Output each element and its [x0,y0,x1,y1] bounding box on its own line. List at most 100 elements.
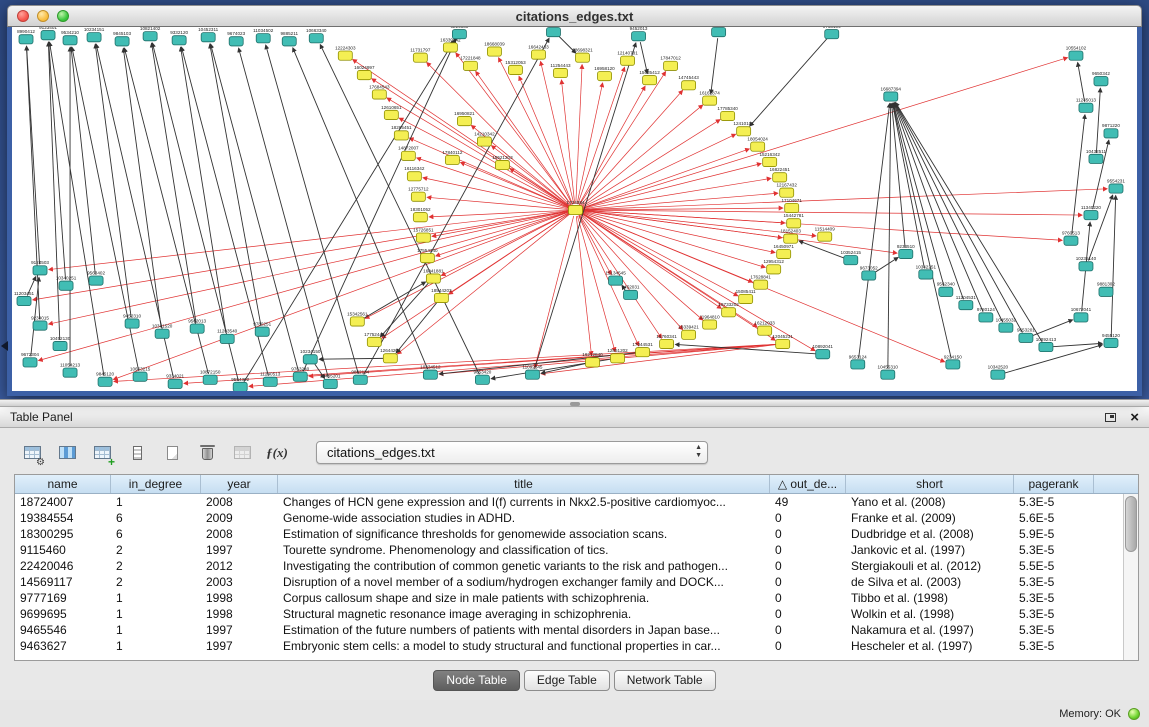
citation-network-graph[interactable]: 1724084122243031602499717684543126106511… [12,27,1137,391]
table-cell[interactable]: 5.3E-5 [1014,575,1094,589]
graph-node[interactable]: 9234510 [897,244,915,259]
table-row[interactable]: 969969511998Structural magnetic resonanc… [15,606,1138,622]
table-cell[interactable]: 0 [770,607,846,621]
column-header-pagerank[interactable]: pagerank [1014,475,1094,493]
graph-node[interactable]: 8990412 [17,29,35,44]
create-new-table-icon[interactable]: ⚙ [20,442,44,464]
graph-edge[interactable] [535,216,574,368]
graph-edge[interactable] [410,138,569,207]
graph-node[interactable]: 16041881 [423,268,444,283]
graph-node[interactable]: 18054024 [747,136,768,151]
table-cell[interactable]: 0 [770,527,846,541]
graph-edge[interactable] [640,42,647,73]
graph-node[interactable]: 9234150 [944,354,962,369]
table-cell[interactable]: 18724007 [15,495,111,509]
graph-edge[interactable] [365,213,569,319]
table-cell[interactable]: 0 [770,559,846,573]
table-cell[interactable]: 2 [111,575,201,589]
graph-node[interactable]: 10432511 [1086,149,1106,164]
table-cell[interactable]: Franke et al. (2009) [846,511,1014,525]
graph-node[interactable]: 12410101 [733,121,754,136]
graph-node[interactable]: 14745443 [678,75,699,90]
graph-node[interactable]: 10892041 [813,344,834,359]
graph-node[interactable]: 10663340 [306,28,327,43]
graph-node[interactable]: 11964810 [700,314,720,329]
scrollbar-thumb[interactable] [1125,496,1137,552]
graph-node[interactable]: 9763104 [823,27,841,39]
graph-node[interactable]: 15342561 [347,311,368,326]
graph-edge[interactable] [541,62,574,205]
table-cell[interactable]: Dudbridge et al. (2008) [846,527,1014,541]
graph-node[interactable]: 18265451 [391,125,412,140]
table-cell[interactable]: 5.3E-5 [1014,543,1094,557]
table-cell[interactable]: 1 [111,607,201,621]
table-cell[interactable]: 1997 [201,639,278,653]
graph-edge[interactable] [1072,115,1085,235]
graph-edge[interactable] [535,43,636,369]
table-cell[interactable]: Jankovic et al. (1997) [846,543,1014,557]
table-row[interactable]: 946362711997Embryonic stem cells: a mode… [15,638,1138,654]
graph-node[interactable]: 16822451 [769,167,790,182]
graph-node[interactable]: 16950821 [454,111,475,126]
graph-node[interactable]: 9562013 [188,318,206,333]
graph-edge[interactable] [875,258,898,273]
table-cell[interactable]: Estimation of significance thresholds fo… [278,527,770,541]
tab-network-table[interactable]: Network Table [614,670,716,691]
graph-node[interactable]: 9780251 [253,322,271,337]
graph-edge[interactable] [859,104,890,359]
graph-edge[interactable] [583,210,1082,215]
column-header-name[interactable]: name [15,475,111,493]
graph-node[interactable]: 9124503 [31,260,49,275]
graph-node[interactable]: 16116342 [404,166,424,181]
graph-node[interactable]: 9650342 [1092,71,1110,86]
collapse-panel-arrow-icon[interactable] [1,341,8,351]
table-cell[interactable]: Disruption of a novel member of a sodium… [278,575,770,589]
table-cell[interactable]: 5.3E-5 [1014,591,1094,605]
graph-node[interactable]: 9672304 [21,352,39,367]
close-panel-icon[interactable]: × [1130,410,1139,425]
splitter-handle[interactable] [570,402,580,406]
column-header-short[interactable]: short [846,475,1014,493]
table-cell[interactable]: 2008 [201,527,278,541]
graph-node[interactable]: 10821402 [140,27,161,41]
table-cell[interactable]: 1 [111,495,201,509]
show-rows-icon[interactable] [125,442,149,464]
table-cell[interactable]: Investigating the contribution of common… [278,559,770,573]
graph-node[interactable]: 18301052 [410,207,431,222]
table-cell[interactable]: 5.3E-5 [1014,623,1094,637]
graph-node[interactable]: 10342520 [988,364,1009,379]
graph-edge[interactable] [48,42,59,340]
table-cell[interactable]: 9465546 [15,623,111,637]
table-scrollbar[interactable] [1123,494,1138,660]
graph-node[interactable]: 9455120 [1102,333,1120,348]
graph-edge[interactable] [396,303,437,353]
table-cell[interactable]: 5.5E-5 [1014,559,1094,573]
graph-node[interactable]: 17840112 [442,150,462,165]
graph-edge[interactable] [363,282,425,319]
import-table-icon[interactable]: + [90,442,114,464]
table-cell[interactable]: Genome-wide association studies in ADHD. [278,511,770,525]
show-columns-icon[interactable] [55,442,79,464]
graph-node[interactable]: 15216342 [759,152,780,167]
graph-node[interactable]: 15521203 [492,155,513,170]
graph-node[interactable]: 9780124 [977,307,995,322]
graph-edge[interactable] [579,215,611,274]
graph-node[interactable]: 12954312 [763,259,784,274]
graph-node[interactable]: 9334021 [166,374,184,389]
table-row[interactable]: 1872400712008Changes of HCN gene express… [15,494,1138,510]
table-row[interactable]: 977716911998Corpus callosum shape and si… [15,590,1138,606]
graph-edge[interactable] [499,58,573,205]
table-row[interactable]: 2242004622012Investigating the contribut… [15,558,1138,574]
graph-node[interactable]: 16958120 [594,66,615,81]
graph-node[interactable]: 11120342 [709,27,729,37]
graph-edge[interactable] [1111,196,1115,337]
graph-edge[interactable] [1005,345,1103,373]
graph-node[interactable]: 9452013 [630,27,648,41]
graph-edge[interactable] [1053,343,1102,346]
graph-node[interactable]: 9563402 [87,270,105,285]
table-cell[interactable]: 1 [111,639,201,653]
graph-edge[interactable] [26,46,39,319]
column-header-title[interactable]: title [278,475,770,493]
tab-node-table[interactable]: Node Table [433,670,520,691]
table-cell[interactable]: de Silva et al. (2003) [846,575,1014,589]
